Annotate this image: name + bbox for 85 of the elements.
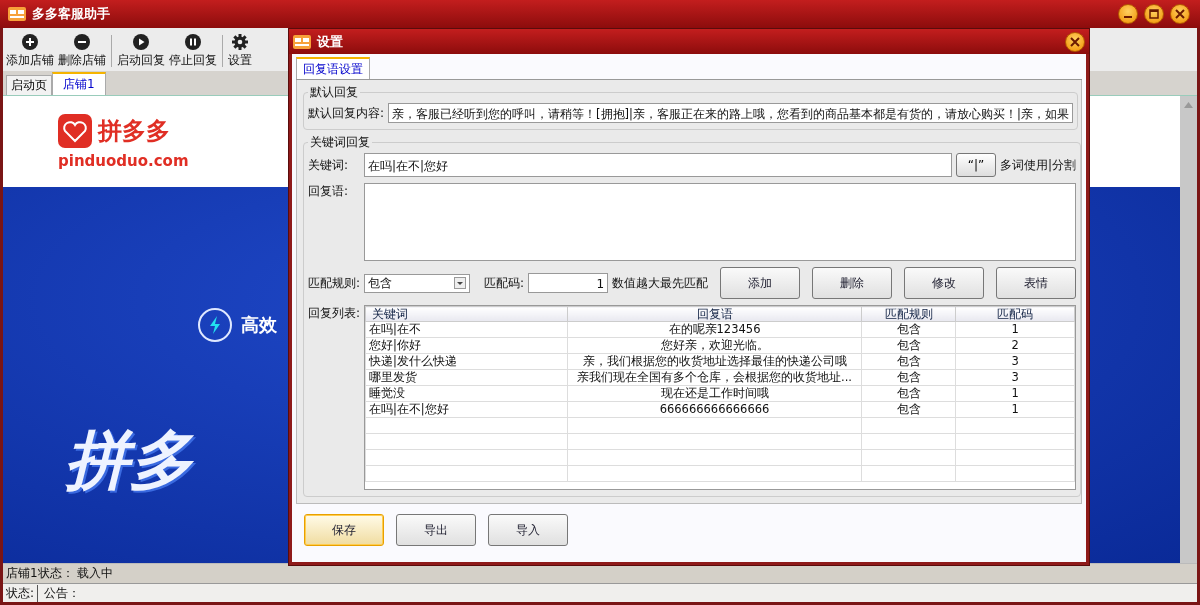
table-cell: 在吗|在不|您好 xyxy=(365,401,568,418)
toolbar-button[interactable]: 设置 xyxy=(227,34,253,69)
play-icon xyxy=(133,34,149,50)
tab[interactable]: 回复语设置 xyxy=(296,57,370,79)
table-cell: 快递|发什么快递 xyxy=(365,353,568,370)
table-cell: 包含 xyxy=(861,337,956,354)
input-field[interactable]: 亲，客服已经听到您的呼叫，请稍等！[拥抱]|亲，客服正在来的路上哦，您看到的商品基本都是有货的，请放心购买！|亲，如果 xyxy=(388,103,1073,123)
table-cell: 包含 xyxy=(861,385,956,402)
field-label: 回复列表: xyxy=(308,305,360,322)
close-icon xyxy=(1070,36,1080,47)
table-cell: 现在还是工作时间哦 xyxy=(567,385,862,402)
footer-button[interactable]: 保存 xyxy=(304,514,384,546)
text-area[interactable] xyxy=(364,183,1077,261)
field-label: 回复语: xyxy=(308,183,350,200)
action-button[interactable]: 添加 xyxy=(720,267,801,299)
maximize-icon xyxy=(1149,9,1159,19)
action-button[interactable]: 修改 xyxy=(904,267,985,299)
plus-icon xyxy=(22,34,38,50)
table-cell: 包含 xyxy=(861,401,956,418)
table-cell: 1 xyxy=(955,385,1075,402)
shop-domain: pinduoduo.com xyxy=(58,152,189,170)
table-cell: 3 xyxy=(955,369,1075,386)
status-label: 状态: xyxy=(6,584,39,602)
toolbar-button[interactable]: 添加店铺 xyxy=(5,34,55,69)
input-field[interactable]: 在吗|在不|您好 xyxy=(364,153,953,177)
tab[interactable]: 启动页 xyxy=(6,75,52,95)
table-cell: 哪里发货 xyxy=(365,369,568,386)
close-icon xyxy=(1175,9,1185,19)
maximize-button[interactable] xyxy=(1144,4,1164,24)
minimize-button[interactable] xyxy=(1118,4,1138,24)
toolbar-button[interactable]: 启动回复 xyxy=(116,34,166,69)
table-cell: 睡觉没 xyxy=(365,385,568,402)
table-cell: 1 xyxy=(955,321,1075,338)
table-cell: 在的呢亲123456 xyxy=(567,321,862,338)
action-button[interactable]: 删除 xyxy=(812,267,893,299)
tab[interactable]: 店铺1 xyxy=(52,72,106,95)
action-button[interactable]: 表情 xyxy=(996,267,1077,299)
table-cell: 亲我们现在全国有多个仓库，会根据您的收货地址... xyxy=(567,369,862,386)
field-label: 默认回复内容: xyxy=(308,104,385,122)
app-logo-icon xyxy=(8,7,26,21)
table-cell: 包含 xyxy=(861,369,956,386)
table-cell: 亲，我们根据您的收货地址选择最佳的快递公司哦 xyxy=(567,353,862,370)
close-button[interactable] xyxy=(1065,31,1085,52)
table-cell: 包含 xyxy=(861,353,956,370)
column-header[interactable]: 关键词 xyxy=(365,306,568,322)
column-header[interactable]: 回复语 xyxy=(567,306,862,322)
minus-icon xyxy=(74,34,90,50)
table-cell: 2 xyxy=(955,337,1075,354)
table-cell: 在吗|在不 xyxy=(365,321,568,338)
group-title: 关键词回复 xyxy=(309,134,371,151)
feature-text: 高效 xyxy=(241,313,277,337)
field-label: 关键词: xyxy=(308,156,350,174)
hint-text: 数值越大最先匹配 xyxy=(612,274,709,292)
field-label: 匹配码: xyxy=(484,274,525,292)
table-cell: 您好亲，欢迎光临。 xyxy=(567,337,862,354)
table-cell: 包含 xyxy=(861,321,956,338)
close-button[interactable] xyxy=(1170,4,1190,24)
column-header[interactable]: 匹配码 xyxy=(955,306,1075,322)
shop-status: 店铺1状态： 载入中 xyxy=(6,565,114,582)
input-field[interactable]: 1 xyxy=(528,273,609,293)
lightning-icon xyxy=(197,307,233,343)
headline-text: 拼多 xyxy=(65,422,193,499)
toolbar-button[interactable]: 删除店铺 xyxy=(57,34,107,69)
table-cell: 1 xyxy=(955,401,1075,418)
dropdown[interactable]: 包含 xyxy=(364,273,471,293)
separator-button[interactable]: “|” xyxy=(956,153,997,177)
scroll-up-icon xyxy=(1184,102,1193,108)
app-logo-icon xyxy=(293,34,311,49)
scrollbar[interactable] xyxy=(1180,96,1197,563)
window-title: 多多客服助手 xyxy=(32,5,110,23)
footer-button[interactable]: 导入 xyxy=(488,514,568,546)
footer-button[interactable]: 导出 xyxy=(396,514,476,546)
table-cell: 3 xyxy=(955,353,1075,370)
minimize-icon xyxy=(1124,16,1132,18)
toolbar-button[interactable]: 停止回复 xyxy=(168,34,218,69)
hint-text: 多词使用|分割 xyxy=(1000,156,1077,174)
pause-icon xyxy=(185,34,201,50)
field-label: 匹配规则: xyxy=(308,274,361,292)
table-cell: 您好|你好 xyxy=(365,337,568,354)
notice-label: 公告： xyxy=(44,584,81,602)
dialog-title: 设置 xyxy=(317,32,343,51)
table-cell: 666666666666666 xyxy=(567,401,862,418)
group-title: 默认回复 xyxy=(309,84,359,101)
column-header[interactable]: 匹配规则 xyxy=(861,306,956,322)
settings-icon xyxy=(232,34,248,50)
